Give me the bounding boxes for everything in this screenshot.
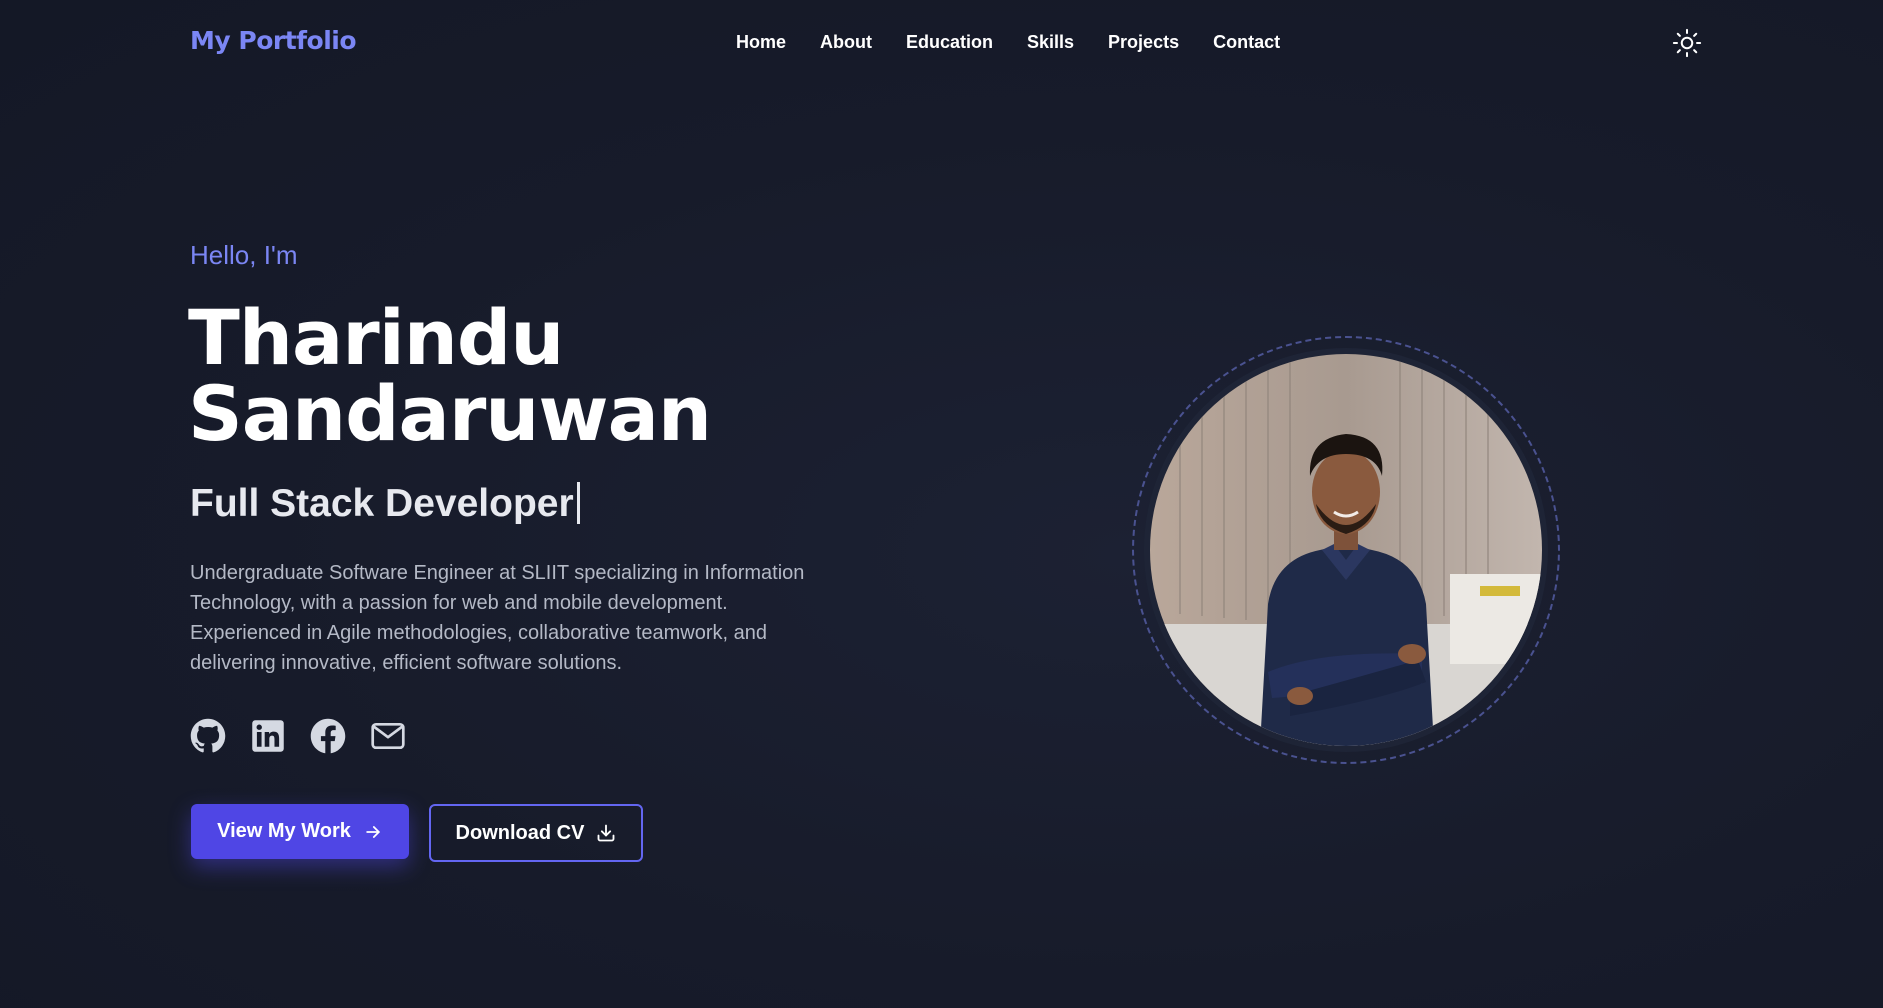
- arrow-right-icon: [366, 825, 380, 838]
- github-icon[interactable]: [190, 718, 226, 754]
- facebook-icon[interactable]: [310, 718, 346, 754]
- hero-role-text: Full Stack Developer: [190, 482, 574, 525]
- download-icon: [598, 824, 615, 842]
- nav-about[interactable]: About: [820, 32, 872, 53]
- site-header: My Portfolio Home About Education Skills…: [0, 0, 1883, 86]
- view-my-work-button[interactable]: View My Work: [191, 804, 409, 859]
- profile-photo: [1150, 354, 1542, 746]
- linkedin-icon[interactable]: [250, 718, 286, 754]
- profile-portrait: [1132, 336, 1560, 764]
- download-cv-button[interactable]: Download CV: [429, 804, 643, 862]
- hero-role: Full Stack Developer: [190, 482, 580, 526]
- hero-bio: Undergraduate Software Engineer at SLIIT…: [190, 562, 805, 674]
- social-links: [190, 718, 406, 754]
- main-nav: Home About Education Skills Projects Con…: [736, 32, 1280, 53]
- hero-name: Tharindu Sandaruwan: [188, 300, 948, 452]
- nav-projects[interactable]: Projects: [1108, 32, 1179, 53]
- nav-skills[interactable]: Skills: [1027, 32, 1074, 53]
- mail-icon[interactable]: [370, 718, 406, 754]
- profile-photo-illustration: [1150, 354, 1542, 746]
- theme-toggle-button[interactable]: [1672, 28, 1702, 58]
- hero-greeting: Hello, I'm: [190, 240, 298, 270]
- sun-icon: [1672, 28, 1702, 58]
- nav-home[interactable]: Home: [736, 32, 786, 53]
- download-cv-label: Download CV: [455, 821, 585, 844]
- nav-education[interactable]: Education: [906, 32, 993, 53]
- typing-cursor: [576, 482, 580, 524]
- nav-contact[interactable]: Contact: [1213, 32, 1280, 53]
- logo[interactable]: My Portfolio: [190, 26, 357, 55]
- hero-name-last: Sandaruwan: [188, 369, 712, 458]
- view-my-work-label: View My Work: [217, 820, 351, 842]
